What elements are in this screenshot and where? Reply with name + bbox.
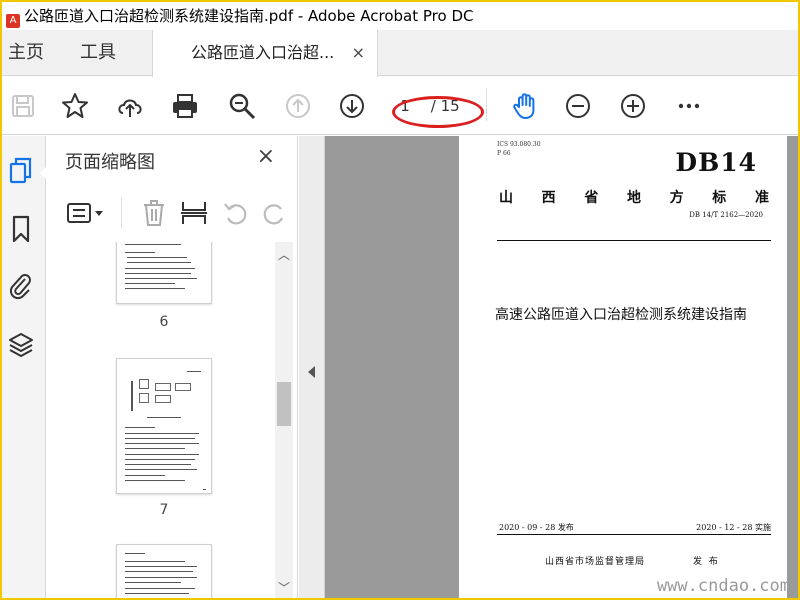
previous-page-icon[interactable]: [283, 91, 313, 121]
layers-icon[interactable]: [8, 330, 34, 360]
acrobat-app-icon: A: [6, 14, 20, 28]
thumbnail-options-icon[interactable]: [65, 198, 109, 228]
tab-document-label: 公路匝道入口治超...: [191, 43, 335, 62]
red-annotation-ellipse: [392, 96, 484, 128]
site-watermark: www.cndao.com: [656, 576, 790, 596]
scrollbar-thumb[interactable]: [277, 382, 291, 426]
attachment-icon[interactable]: [8, 270, 34, 300]
window-title-bar: A 公路匝道入口治超检测系统建设指南.pdf - Adobe Acrobat Pr…: [2, 2, 798, 30]
save-icon[interactable]: [8, 91, 38, 121]
doc-title: 高速公路匝道入口治超检测系统建设指南: [495, 307, 747, 323]
doc-footer-rule: [497, 534, 771, 535]
scroll-up-arrow-icon[interactable]: ︿: [277, 246, 291, 263]
close-panel-button[interactable]: ×: [257, 144, 275, 169]
thumbnail-page-label: 6: [159, 314, 169, 330]
page-thumbnail-7[interactable]: [116, 358, 212, 494]
zoom-in-icon[interactable]: [618, 91, 648, 121]
doc-publish-label: 发 布: [693, 557, 720, 567]
tab-home[interactable]: 主页: [8, 30, 44, 76]
bookmark-icon[interactable]: [8, 214, 34, 244]
thumbnail-list: 6 7: [47, 242, 275, 598]
bookmark-star-icon[interactable]: [60, 91, 90, 121]
main-toolbar: / 15: [2, 77, 798, 135]
close-tab-button[interactable]: ×: [352, 30, 365, 76]
thumbnail-toolbar-divider: [121, 198, 122, 228]
page-thumbnail-6[interactable]: [116, 242, 212, 304]
zoom-search-icon[interactable]: [227, 91, 257, 121]
crop-page-icon[interactable]: [179, 198, 209, 228]
doc-standard-code: DB14: [675, 148, 757, 177]
doc-province-char: 方: [669, 190, 684, 206]
doc-province-char: 山: [499, 190, 513, 206]
doc-authority: 山西省市场监督管理局: [545, 557, 646, 567]
doc-issue-date: 2020 - 09 - 28 发布: [499, 523, 574, 532]
thumbnail-toolbar: [47, 192, 298, 236]
doc-province-char: 西: [541, 190, 556, 206]
doc-province-char: 标: [712, 190, 727, 206]
doc-standard-number: DB 14/T 2162—2020: [689, 211, 763, 219]
tab-document[interactable]: 公路匝道入口治超... ×: [152, 30, 378, 77]
panel-title: 页面缩略图: [65, 152, 155, 173]
print-icon[interactable]: [170, 91, 200, 121]
pdf-page: ICS 93.080.30 P 66 DB14 山 西 省 地 方 标 准 DB…: [459, 136, 787, 598]
thumbnail-scrollbar[interactable]: ︿ ﹀: [275, 242, 293, 598]
window-title: 公路匝道入口治超检测系统建设指南.pdf - Adobe Acrobat Pro…: [24, 7, 474, 25]
doc-header-rule: [497, 240, 771, 241]
doc-ics-block: ICS 93.080.30 P 66: [497, 140, 541, 158]
toolbar-divider: [486, 89, 487, 121]
doc-ccs-code: P 66: [497, 150, 511, 157]
doc-province-line: 山 西 省 地 方 标 准: [499, 187, 769, 207]
hand-tool-icon[interactable]: [510, 91, 540, 121]
page-thumbnail-8[interactable]: [116, 544, 212, 598]
doc-ics-code: ICS 93.080.30: [497, 141, 541, 148]
rotate-left-icon[interactable]: [221, 198, 251, 228]
doc-implement-date: 2020 - 12 - 28 实施: [696, 523, 771, 532]
upload-cloud-icon[interactable]: [115, 91, 145, 121]
rotate-right-icon[interactable]: [259, 198, 289, 228]
doc-province-char: 省: [584, 190, 599, 206]
delete-page-icon[interactable]: [139, 198, 169, 228]
doc-province-char: 准: [754, 190, 769, 206]
tab-bar: 主页 工具 公路匝道入口治超... ×: [2, 30, 798, 77]
zoom-out-icon[interactable]: [563, 91, 593, 121]
page-thumbnails-icon[interactable]: [8, 156, 34, 186]
collapse-left-arrow-icon[interactable]: [308, 366, 315, 378]
document-viewer: ICS 93.080.30 P 66 DB14 山 西 省 地 方 标 准 DB…: [299, 136, 798, 598]
active-panel-pointer: [40, 166, 47, 180]
page-thumbnails-panel: 页面缩略图 × 6 7 ︿ ﹀: [47, 136, 298, 598]
scroll-down-arrow-icon[interactable]: ﹀: [277, 579, 291, 596]
more-icon[interactable]: [674, 91, 704, 121]
next-page-icon[interactable]: [337, 91, 367, 121]
tab-tools[interactable]: 工具: [80, 30, 116, 76]
doc-province-char: 地: [626, 190, 641, 206]
thumbnail-page-label: 7: [159, 502, 169, 518]
app-window: A 公路匝道入口治超检测系统建设指南.pdf - Adobe Acrobat Pr…: [2, 2, 798, 598]
navigation-rail: [2, 136, 47, 598]
panel-collapse-handle[interactable]: [299, 136, 325, 598]
